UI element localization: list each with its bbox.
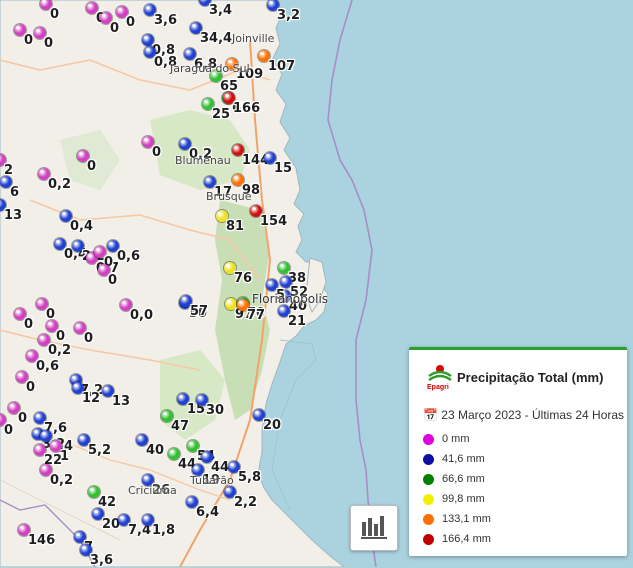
legend-item: 133,1 mm: [423, 512, 491, 526]
city-label: Joinville: [232, 32, 275, 45]
legend-swatch: [423, 433, 434, 445]
station-value: 6,4: [196, 505, 220, 520]
station-value: 81: [226, 219, 245, 234]
legend-label: 133,1 mm: [442, 513, 491, 525]
city-label: Florianópolis: [252, 292, 329, 306]
station-value: 2,2: [234, 495, 258, 510]
station-value: 21: [288, 314, 307, 329]
city-label: Criciúma: [128, 484, 177, 497]
legend-item: 166,4 mm: [423, 532, 491, 546]
station-value: 0: [26, 380, 36, 395]
station-value: 166: [233, 101, 261, 116]
city-label: Tubarão: [190, 474, 234, 487]
legend-label: 41,6 mm: [442, 453, 485, 465]
station-value: 3,6: [90, 553, 114, 568]
station-value: 154: [260, 214, 288, 229]
station-value: 40: [146, 443, 165, 458]
station-value: 6: [10, 185, 20, 200]
station-value: 1,8: [152, 523, 176, 538]
legend-swatch: [423, 493, 434, 505]
station-value: 0,2: [48, 343, 72, 358]
legend-label: 0 mm: [442, 433, 470, 445]
station-value: 0,6: [36, 359, 60, 374]
station-value: 0: [110, 21, 120, 36]
station-value: 0: [126, 15, 136, 30]
legend-swatch: [423, 513, 434, 525]
legend-item: 66,6 mm: [423, 472, 485, 486]
station-value: 0: [24, 33, 34, 48]
station-value: 77: [247, 308, 266, 323]
city-label: Jaraguá do Sul: [170, 62, 250, 75]
legend-swatch: [423, 473, 434, 485]
city-label: Brusque: [206, 190, 252, 203]
station-value: 13: [4, 208, 23, 223]
legend-item: 41,6 mm: [423, 452, 485, 466]
station-value: 5,2: [88, 443, 112, 458]
epagri-logo-icon: [428, 365, 452, 382]
legend-title: Precipitação Total (mm): [457, 370, 604, 385]
legend-date-text: 23 Março 2023 - Últimas 24 Horas: [441, 408, 625, 422]
calendar-icon: 📅: [423, 408, 438, 422]
station-value: 12: [82, 391, 101, 406]
station-value: 146: [28, 533, 56, 548]
legend-label: 99,8 mm: [442, 493, 485, 505]
station-value: 0: [24, 317, 34, 332]
logo-text: Epagri: [427, 384, 449, 391]
station-value: 0: [87, 159, 97, 174]
city-label: Blumenau: [175, 154, 231, 167]
station-value: 57: [190, 304, 209, 319]
station-value: 0,4: [70, 219, 94, 234]
legend-label: 166,4 mm: [442, 533, 491, 545]
station-value: 5,8: [238, 470, 262, 485]
legend-item: 0 mm: [423, 432, 470, 446]
station-value: 20: [263, 418, 282, 433]
station-value: 25: [212, 107, 231, 122]
legend-swatch: [423, 533, 434, 545]
legend-date: 📅 23 Março 2023 - Últimas 24 Horas: [423, 408, 624, 422]
legend-panel: Epagri Precipitação Total (mm) 📅 23 Març…: [409, 347, 627, 556]
legend-item: 99,8 mm: [423, 492, 485, 506]
station-value: 0,2: [50, 473, 74, 488]
legend-swatch: [423, 453, 434, 465]
station-value: 0,2: [48, 177, 72, 192]
station-value: 34,4: [200, 31, 233, 46]
station-value: 13: [112, 394, 131, 409]
station-value: 42: [98, 495, 117, 510]
station-value: 0: [4, 423, 14, 438]
station-value: 0: [108, 273, 118, 288]
legend-label: 66,6 mm: [442, 473, 485, 485]
station-value: 3,2: [277, 8, 301, 23]
station-value: 0,0: [130, 308, 154, 323]
station-value: 0: [56, 329, 66, 344]
chart-button[interactable]: [350, 505, 398, 551]
station-value: 15: [274, 161, 293, 176]
station-value: 0,6: [117, 249, 141, 264]
station-value: 0: [152, 145, 162, 160]
station-value: 47: [171, 419, 190, 434]
station-value: 76: [234, 271, 253, 286]
station-value: 0: [44, 36, 54, 51]
station-value: 3,4: [209, 3, 233, 18]
station-value: 0: [18, 411, 28, 426]
station-value: 0: [84, 331, 94, 346]
station-value: 30: [206, 403, 225, 418]
bar-chart-icon: [361, 516, 387, 539]
station-value: 0: [50, 7, 60, 22]
station-value: 107: [268, 59, 296, 74]
station-value: 3,6: [154, 13, 178, 28]
station-value: 1: [60, 449, 70, 464]
